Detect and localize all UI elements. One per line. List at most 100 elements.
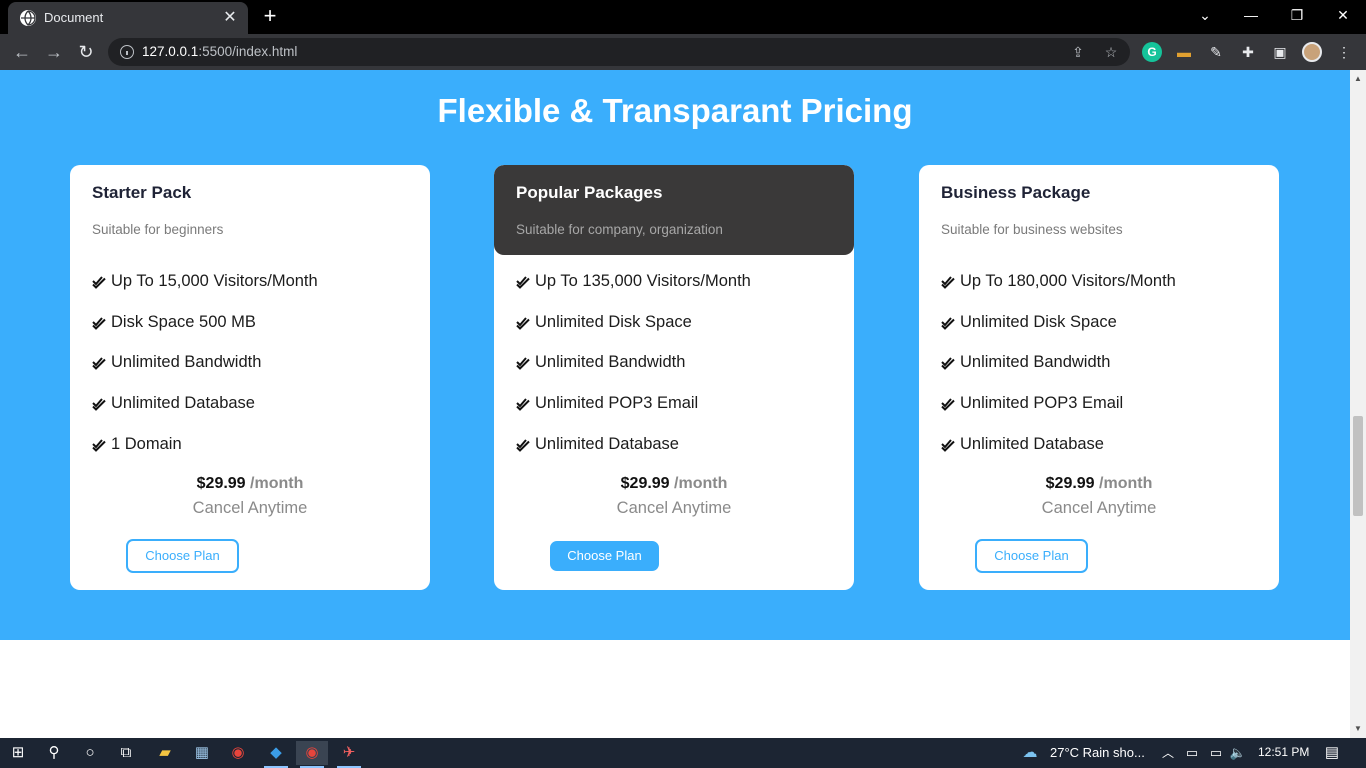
close-tab-icon[interactable]: ✕ xyxy=(220,8,240,28)
browser-tab[interactable]: Document ✕ xyxy=(8,2,248,34)
double-check-icon xyxy=(516,398,530,411)
app-icon[interactable]: ✈ xyxy=(333,741,365,768)
browser-toolbar: ← → ↻ 127.0.0.1:5500/index.html ⇪ ☆ G ▬ … xyxy=(0,34,1366,70)
feature-text: Unlimited Database xyxy=(960,435,1104,453)
plan-header: Starter Pack Suitable for beginners xyxy=(70,165,430,255)
bookmark-star-icon[interactable]: ☆ xyxy=(1101,42,1121,62)
windows-start-icon[interactable]: ⊞ xyxy=(2,741,34,765)
double-check-icon xyxy=(941,439,955,452)
feature-text: 1 Domain xyxy=(111,435,182,453)
reload-icon[interactable]: ↻ xyxy=(74,40,98,64)
plan-description: Suitable for beginners xyxy=(92,222,224,237)
chrome-icon[interactable]: ◉ xyxy=(222,741,254,765)
minimize-button[interactable]: — xyxy=(1228,0,1274,32)
volume-icon[interactable]: 🔈 xyxy=(1222,741,1254,765)
plan-description: Suitable for business websites xyxy=(941,222,1123,237)
price-amount: $29.99 xyxy=(1045,475,1095,492)
feature-text: Unlimited Database xyxy=(111,394,255,412)
double-check-icon xyxy=(516,276,530,289)
windows-taskbar: ⊞ ⚲ ○ ⧉ ▰ ▦ ◉ ◆ ◉ ✈ ☁ 27°C Rain sho... ︿… xyxy=(0,738,1366,768)
side-panel-icon[interactable]: ▣ xyxy=(1270,42,1290,62)
tab-title: Document xyxy=(44,10,104,25)
plan-card-popular: Popular Packages Suitable for company, o… xyxy=(494,165,854,590)
pricing-heading: Flexible & Transparant Pricing xyxy=(437,92,913,129)
extension-icon[interactable]: ▬ xyxy=(1174,42,1194,62)
feature-text: Up To 15,000 Visitors/Month xyxy=(111,272,318,290)
price-amount: $29.99 xyxy=(620,475,670,492)
double-check-icon xyxy=(516,317,530,330)
plan-name: Starter Pack xyxy=(92,183,192,202)
double-check-icon xyxy=(92,317,106,330)
pricing-section: Flexible & Transparant Pricing Starter P… xyxy=(0,70,1350,640)
notification-icon[interactable]: ▤ xyxy=(1316,741,1348,765)
choose-plan-button[interactable]: Choose Plan xyxy=(126,539,239,573)
tab-search-icon[interactable]: ⌄ xyxy=(1182,0,1228,32)
network-app-icon[interactable]: ▦ xyxy=(186,741,218,765)
plan-card-business: Business Package Suitable for business w… xyxy=(919,165,1279,590)
vscode-icon[interactable]: ◆ xyxy=(260,741,292,768)
double-check-icon xyxy=(516,357,530,370)
feature-text: Up To 180,000 Visitors/Month xyxy=(960,272,1176,290)
scroll-up-arrow-icon[interactable]: ▲ xyxy=(1353,74,1363,84)
pen-extension-icon[interactable]: ✎ xyxy=(1206,42,1226,62)
profile-avatar[interactable] xyxy=(1302,42,1322,62)
feature-text: Unlimited Bandwidth xyxy=(111,353,262,371)
double-check-icon xyxy=(92,439,106,452)
double-check-icon xyxy=(941,357,955,370)
double-check-icon xyxy=(941,317,955,330)
tab-strip: Document ✕ + ⌄ — ❐ ✕ xyxy=(0,0,1366,34)
plan-price: $29.99 /month xyxy=(919,475,1279,493)
plan-price: $29.99 /month xyxy=(494,475,854,493)
file-explorer-icon[interactable]: ▰ xyxy=(149,741,181,765)
feature-text: Unlimited Disk Space xyxy=(535,313,692,331)
address-bar[interactable]: 127.0.0.1:5500/index.html ⇪ ☆ xyxy=(108,38,1130,66)
chrome-active-icon[interactable]: ◉ xyxy=(296,741,328,768)
task-view-icon[interactable]: ⧉ xyxy=(110,741,142,765)
double-check-icon xyxy=(92,357,106,370)
restore-button[interactable]: ❐ xyxy=(1274,0,1320,32)
back-icon[interactable]: ← xyxy=(10,40,34,64)
price-amount: $29.99 xyxy=(196,475,246,492)
price-period: /month xyxy=(250,475,304,492)
scroll-thumb[interactable] xyxy=(1353,416,1363,516)
choose-plan-button[interactable]: Choose Plan xyxy=(975,539,1088,573)
new-tab-button[interactable]: + xyxy=(258,4,282,28)
cancel-note: Cancel Anytime xyxy=(192,499,308,517)
feature-text: Unlimited Bandwidth xyxy=(960,353,1111,371)
double-check-icon xyxy=(92,398,106,411)
double-check-icon xyxy=(941,398,955,411)
plan-description: Suitable for company, organization xyxy=(516,222,723,237)
plan-header: Popular Packages Suitable for company, o… xyxy=(494,165,854,255)
double-check-icon xyxy=(92,276,106,289)
plan-name: Popular Packages xyxy=(516,183,663,202)
share-icon[interactable]: ⇪ xyxy=(1068,42,1088,62)
plan-header: Business Package Suitable for business w… xyxy=(919,165,1279,255)
scroll-down-arrow-icon[interactable]: ▼ xyxy=(1353,724,1363,734)
url-text: 127.0.0.1:5500/index.html xyxy=(142,44,298,59)
weather-icon[interactable]: ☁ xyxy=(1014,741,1046,765)
price-period: /month xyxy=(674,475,728,492)
weather-text[interactable]: 27°C Rain sho... xyxy=(1050,745,1145,760)
feature-text: Unlimited Database xyxy=(535,435,679,453)
globe-icon xyxy=(20,10,36,26)
grammarly-extension-icon[interactable]: G xyxy=(1142,42,1162,62)
feature-text: Unlimited Bandwidth xyxy=(535,353,686,371)
extensions-puzzle-icon[interactable]: ✚ xyxy=(1238,42,1258,62)
feature-text: Unlimited POP3 Email xyxy=(960,394,1124,412)
plan-card-starter: Starter Pack Suitable for beginners Up T… xyxy=(70,165,430,590)
plan-price: $29.99 /month xyxy=(70,475,430,493)
choose-plan-button[interactable]: Choose Plan xyxy=(550,541,659,571)
search-icon[interactable]: ⚲ xyxy=(38,741,70,765)
clock-time[interactable]: 12:51 PM xyxy=(1258,745,1309,759)
price-period: /month xyxy=(1099,475,1153,492)
double-check-icon xyxy=(941,276,955,289)
site-info-icon[interactable] xyxy=(120,45,134,59)
menu-kebab-icon[interactable]: ⋮ xyxy=(1334,42,1354,62)
cancel-note: Cancel Anytime xyxy=(1041,499,1157,517)
page-scrollbar[interactable]: ▲ ▼ xyxy=(1350,70,1366,738)
forward-icon[interactable]: → xyxy=(42,40,66,64)
close-window-button[interactable]: ✕ xyxy=(1320,0,1366,32)
plan-name: Business Package xyxy=(941,183,1091,202)
cortana-icon[interactable]: ○ xyxy=(74,741,106,765)
feature-text: Unlimited POP3 Email xyxy=(535,394,699,412)
